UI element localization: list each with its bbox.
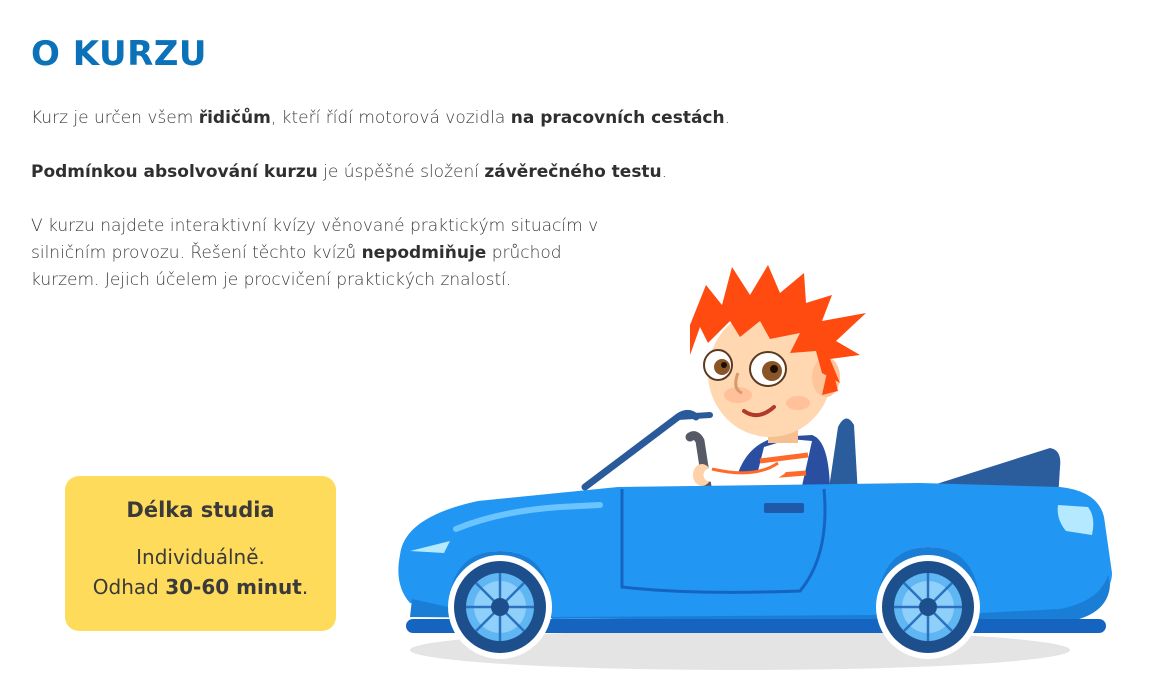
study-duration-line1: Individuálně.: [136, 545, 265, 569]
text: .: [301, 575, 309, 599]
rear-wheel-icon: [448, 555, 552, 659]
study-duration-title: Délka studia: [126, 498, 275, 522]
front-wheel-icon: [876, 555, 980, 659]
windshield-frame-icon: [581, 410, 700, 491]
condition-paragraph: Podmínkou absolvování kurzu je úspěšné s…: [31, 159, 667, 186]
intro-paragraph: Kurz je určen všem řidičům, kteří řídí m…: [31, 105, 730, 132]
text: Odhad: [92, 575, 166, 599]
bold-text: řidičům: [198, 108, 271, 128]
bold-text: Podmínkou absolvování kurzu: [31, 162, 318, 182]
text: , kteří řídí motorová vozidla: [270, 108, 511, 128]
boy-driving-car-illustration: [398, 265, 1112, 670]
driver-seat-icon: [828, 418, 858, 495]
page-title: O KURZU: [31, 34, 208, 74]
study-duration-line2: Odhad 30-60 minut.: [65, 572, 336, 602]
bold-text: na pracovních cestách: [510, 108, 725, 128]
study-duration-estimate: 30-60 minut: [165, 575, 302, 599]
text: .: [661, 162, 668, 182]
text: je úspěšné složení: [317, 162, 485, 182]
text: Kurz je určen všem: [31, 108, 199, 128]
bold-text: závěrečného testu: [484, 162, 662, 182]
door-handle-icon: [764, 503, 804, 513]
study-duration-box: Délka studia Individuálně. Odhad 30-60 m…: [65, 476, 336, 631]
text: .: [724, 108, 731, 128]
cheek-icon: [786, 396, 810, 410]
windshield-top-icon: [675, 412, 713, 420]
